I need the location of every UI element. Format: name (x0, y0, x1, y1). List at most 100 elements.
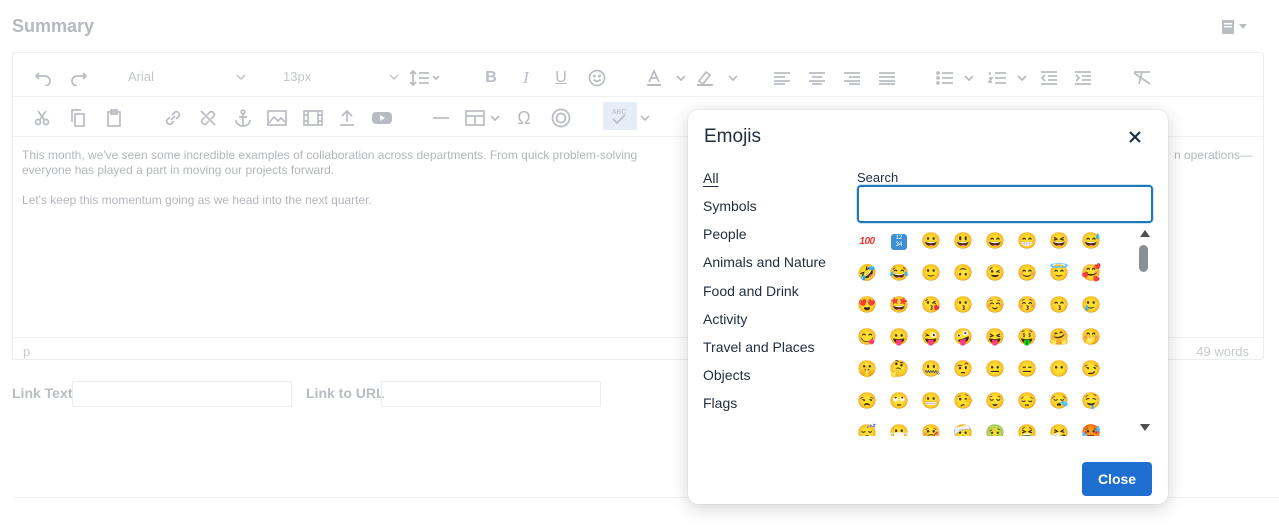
font-size-select[interactable]: 13px (283, 69, 399, 84)
emoji-item[interactable]: 😙 (1049, 296, 1069, 316)
emoji-item[interactable]: 😴 (857, 424, 877, 437)
emoji-item[interactable]: 😑 (1017, 360, 1037, 380)
close-button[interactable]: Close (1082, 462, 1152, 496)
link-button[interactable] (163, 107, 183, 129)
emoji-item[interactable]: 🤒 (921, 424, 941, 437)
category-all[interactable]: All (703, 170, 719, 186)
emoji-item[interactable]: 🤢 (985, 424, 1005, 437)
emoji-item[interactable]: 🤫 (857, 360, 877, 380)
emoji-item[interactable]: 🤭 (1081, 328, 1101, 348)
emoji-item[interactable]: 🤪 (953, 328, 973, 348)
spellcheck-button[interactable]: ABC (603, 102, 637, 130)
anchor-button[interactable] (233, 107, 253, 129)
category-people[interactable]: People (703, 226, 747, 242)
emoji-scrollbar[interactable] (1138, 230, 1152, 434)
emoji-item[interactable]: 😏 (1081, 360, 1101, 380)
emoji-item[interactable]: 😘 (921, 296, 941, 316)
emoji-item[interactable]: 😃 (953, 232, 973, 252)
image-button[interactable] (267, 107, 287, 129)
emoji-item[interactable]: 😋 (857, 328, 877, 348)
clear-formatting-button[interactable] (1131, 67, 1153, 89)
link-url-input[interactable] (381, 381, 601, 407)
category-symbols[interactable]: Symbols (703, 198, 757, 214)
scroll-down-arrow-icon[interactable] (1140, 424, 1150, 431)
bullet-list-button[interactable] (935, 67, 979, 89)
emoji-item[interactable]: 😔 (1017, 392, 1037, 412)
emoji-item[interactable]: 100 (857, 232, 877, 252)
emoji-item[interactable]: ☺️ (985, 296, 1005, 316)
emoji-item[interactable]: 🙂 (921, 264, 941, 284)
element-path[interactable]: p (23, 344, 30, 359)
category-activity[interactable]: Activity (703, 311, 747, 327)
category-flags[interactable]: Flags (703, 395, 737, 411)
numbered-list-button[interactable] (988, 67, 1032, 89)
outdent-button[interactable] (1040, 67, 1058, 89)
emoji-item[interactable]: 🙄 (889, 392, 909, 412)
category-animals-and-nature[interactable]: Animals and Nature (703, 254, 826, 270)
emoji-item[interactable]: 😍 (857, 296, 877, 316)
search-input[interactable] (857, 185, 1153, 223)
emoji-item[interactable]: 🤣 (857, 264, 877, 284)
media-button[interactable] (303, 107, 323, 129)
template-menu-button[interactable] (1221, 18, 1251, 36)
emoji-item[interactable]: 😒 (857, 392, 877, 412)
category-food-and-drink[interactable]: Food and Drink (703, 283, 799, 299)
link-text-input[interactable] (72, 381, 292, 407)
emoji-item[interactable]: 🥰 (1081, 264, 1101, 284)
align-right-button[interactable] (843, 67, 861, 89)
emoji-item[interactable]: 🤕 (953, 424, 973, 437)
category-objects[interactable]: Objects (703, 367, 750, 383)
align-left-button[interactable] (773, 67, 791, 89)
emoji-item[interactable]: 🤑 (1017, 328, 1037, 348)
text-color-button[interactable] (645, 67, 687, 89)
justify-button[interactable] (878, 67, 896, 89)
upload-button[interactable] (337, 107, 357, 129)
redo-button[interactable] (69, 67, 89, 89)
emoji-item[interactable]: 😀 (921, 232, 941, 252)
scroll-up-arrow-icon[interactable] (1140, 230, 1150, 237)
scroll-thumb[interactable] (1139, 245, 1148, 272)
bold-button[interactable]: B (483, 67, 499, 89)
target-button[interactable] (550, 107, 572, 129)
emoji-item[interactable]: 🤮 (1017, 424, 1037, 437)
emoji-item[interactable]: 🤐 (921, 360, 941, 380)
dialog-close-button[interactable] (1124, 126, 1146, 148)
emoji-item[interactable]: 😪 (1049, 392, 1069, 412)
italic-button[interactable]: I (518, 67, 534, 89)
spellcheck-dropdown[interactable] (639, 107, 651, 129)
indent-button[interactable] (1074, 67, 1092, 89)
emoji-item[interactable]: 😷 (889, 424, 909, 437)
emoji-item[interactable]: 😂 (889, 264, 909, 284)
emoji-item[interactable]: 🤔 (889, 360, 909, 380)
emoji-item[interactable]: 🤥 (953, 392, 973, 412)
emoji-button[interactable] (587, 67, 607, 89)
underline-button[interactable]: U (553, 67, 569, 89)
emoji-item[interactable]: 😝 (985, 328, 1005, 348)
emoji-item[interactable]: 😉 (985, 264, 1005, 284)
horizontal-line-button[interactable] (431, 107, 451, 129)
emoji-item[interactable]: 😆 (1049, 232, 1069, 252)
emoji-item[interactable]: 😬 (921, 392, 941, 412)
font-family-select[interactable]: Arial (128, 69, 246, 84)
emoji-item[interactable]: 🤤 (1081, 392, 1101, 412)
emoji-item[interactable]: 😚 (1017, 296, 1037, 316)
line-height-button[interactable] (409, 67, 443, 89)
emoji-item[interactable]: 😶 (1049, 360, 1069, 380)
table-button[interactable] (465, 107, 503, 129)
emoji-item[interactable]: 😁 (1017, 232, 1037, 252)
cut-button[interactable] (33, 107, 51, 129)
youtube-button[interactable] (371, 107, 393, 129)
undo-button[interactable] (33, 67, 53, 89)
emoji-item[interactable]: 🤩 (889, 296, 909, 316)
unlink-button[interactable] (198, 107, 218, 129)
emoji-item[interactable]: 12 34 (889, 232, 909, 252)
highlight-color-button[interactable] (695, 67, 739, 89)
emoji-item[interactable]: 😐 (985, 360, 1005, 380)
align-center-button[interactable] (808, 67, 826, 89)
emoji-item[interactable]: 🤨 (953, 360, 973, 380)
emoji-item[interactable]: 😊 (1017, 264, 1037, 284)
paste-button[interactable] (105, 107, 123, 129)
emoji-item[interactable]: 😄 (985, 232, 1005, 252)
emoji-item[interactable]: 🥵 (1081, 424, 1101, 437)
emoji-item[interactable]: 🤗 (1049, 328, 1069, 348)
